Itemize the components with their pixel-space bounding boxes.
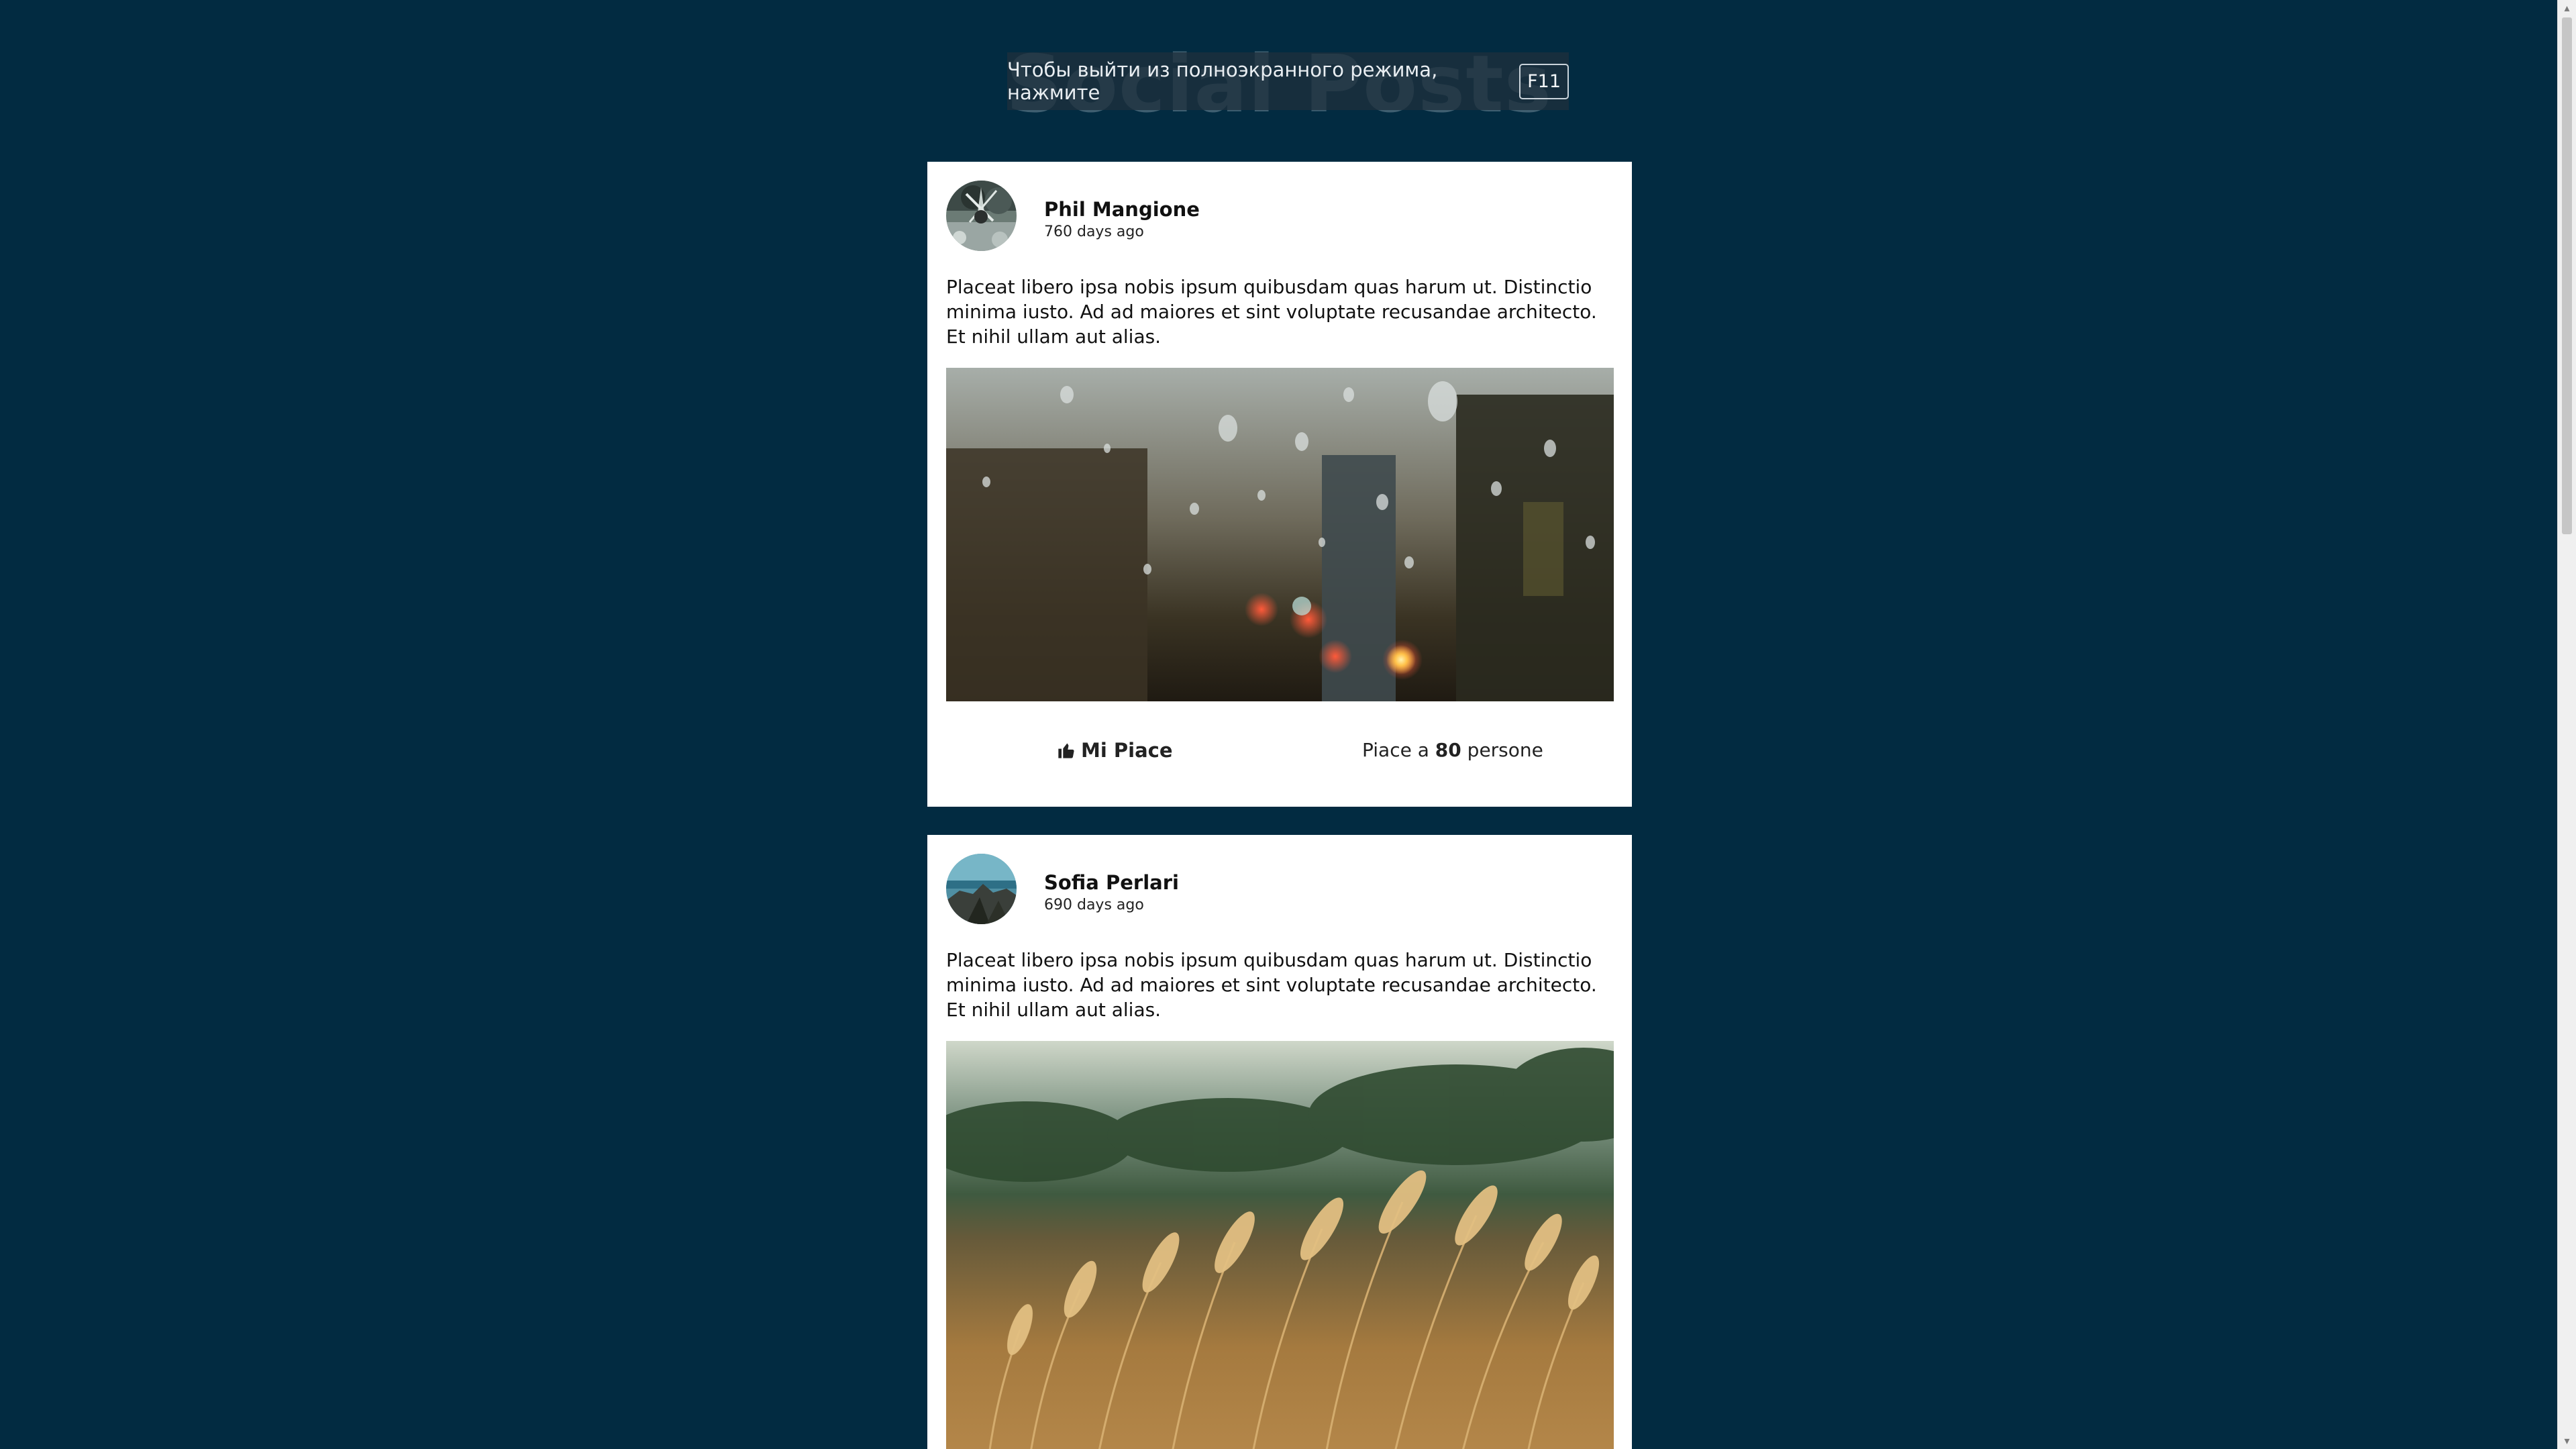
avatar-image bbox=[946, 181, 1017, 251]
avatar[interactable] bbox=[946, 854, 1017, 924]
scroll-down-arrow-icon[interactable]: ▾ bbox=[2558, 1433, 2576, 1449]
post-text: Placeat libero ipsa nobis ipsum quibusda… bbox=[946, 949, 1597, 1021]
post-photo bbox=[946, 1041, 1614, 1449]
page: Social Posts Чтобы выйти из полноэкранно… bbox=[0, 0, 2558, 1449]
post-actions: Mi Piace Piace a 80 persone bbox=[946, 739, 1614, 779]
wheat-field-photo bbox=[946, 1041, 1614, 1449]
fullscreen-notice-text: Чтобы выйти из полноэкранного режима, на… bbox=[1007, 58, 1438, 104]
vertical-scrollbar[interactable]: ▴ ▾ bbox=[2557, 0, 2576, 1449]
likes-summary: Piace a 80 persone bbox=[1362, 739, 1543, 761]
avatar[interactable] bbox=[946, 181, 1017, 251]
post-photo bbox=[946, 368, 1614, 701]
avatar-image bbox=[946, 854, 1017, 924]
likes-suffix: persone bbox=[1467, 739, 1543, 761]
post-timestamp: 690 days ago bbox=[1044, 897, 1144, 913]
post-card: Phil Mangione 760 days ago Placeat liber… bbox=[927, 162, 1632, 807]
scroll-up-arrow-icon[interactable]: ▴ bbox=[2558, 0, 2576, 16]
thumbs-up-icon bbox=[1058, 743, 1074, 758]
post-card: Sofia Perlari 690 days ago Placeat liber… bbox=[927, 835, 1632, 1449]
likes-prefix: Piace a bbox=[1362, 739, 1429, 761]
likes-count: 80 bbox=[1435, 739, 1461, 761]
rain-window-photo bbox=[946, 368, 1614, 701]
like-button-label: Mi Piace bbox=[1081, 739, 1173, 762]
post-author[interactable]: Phil Mangione bbox=[1044, 198, 1200, 221]
scrollbar-thumb[interactable] bbox=[2562, 17, 2572, 534]
post-timestamp: 760 days ago bbox=[1044, 223, 1144, 240]
f11-key-badge: F11 bbox=[1519, 63, 1569, 99]
fullscreen-exit-notice: Чтобы выйти из полноэкранного режима, на… bbox=[1007, 52, 1569, 110]
post-text: Placeat libero ipsa nobis ipsum quibusda… bbox=[946, 276, 1597, 348]
post-author[interactable]: Sofia Perlari bbox=[1044, 871, 1179, 894]
like-button[interactable]: Mi Piace bbox=[1057, 739, 1173, 762]
